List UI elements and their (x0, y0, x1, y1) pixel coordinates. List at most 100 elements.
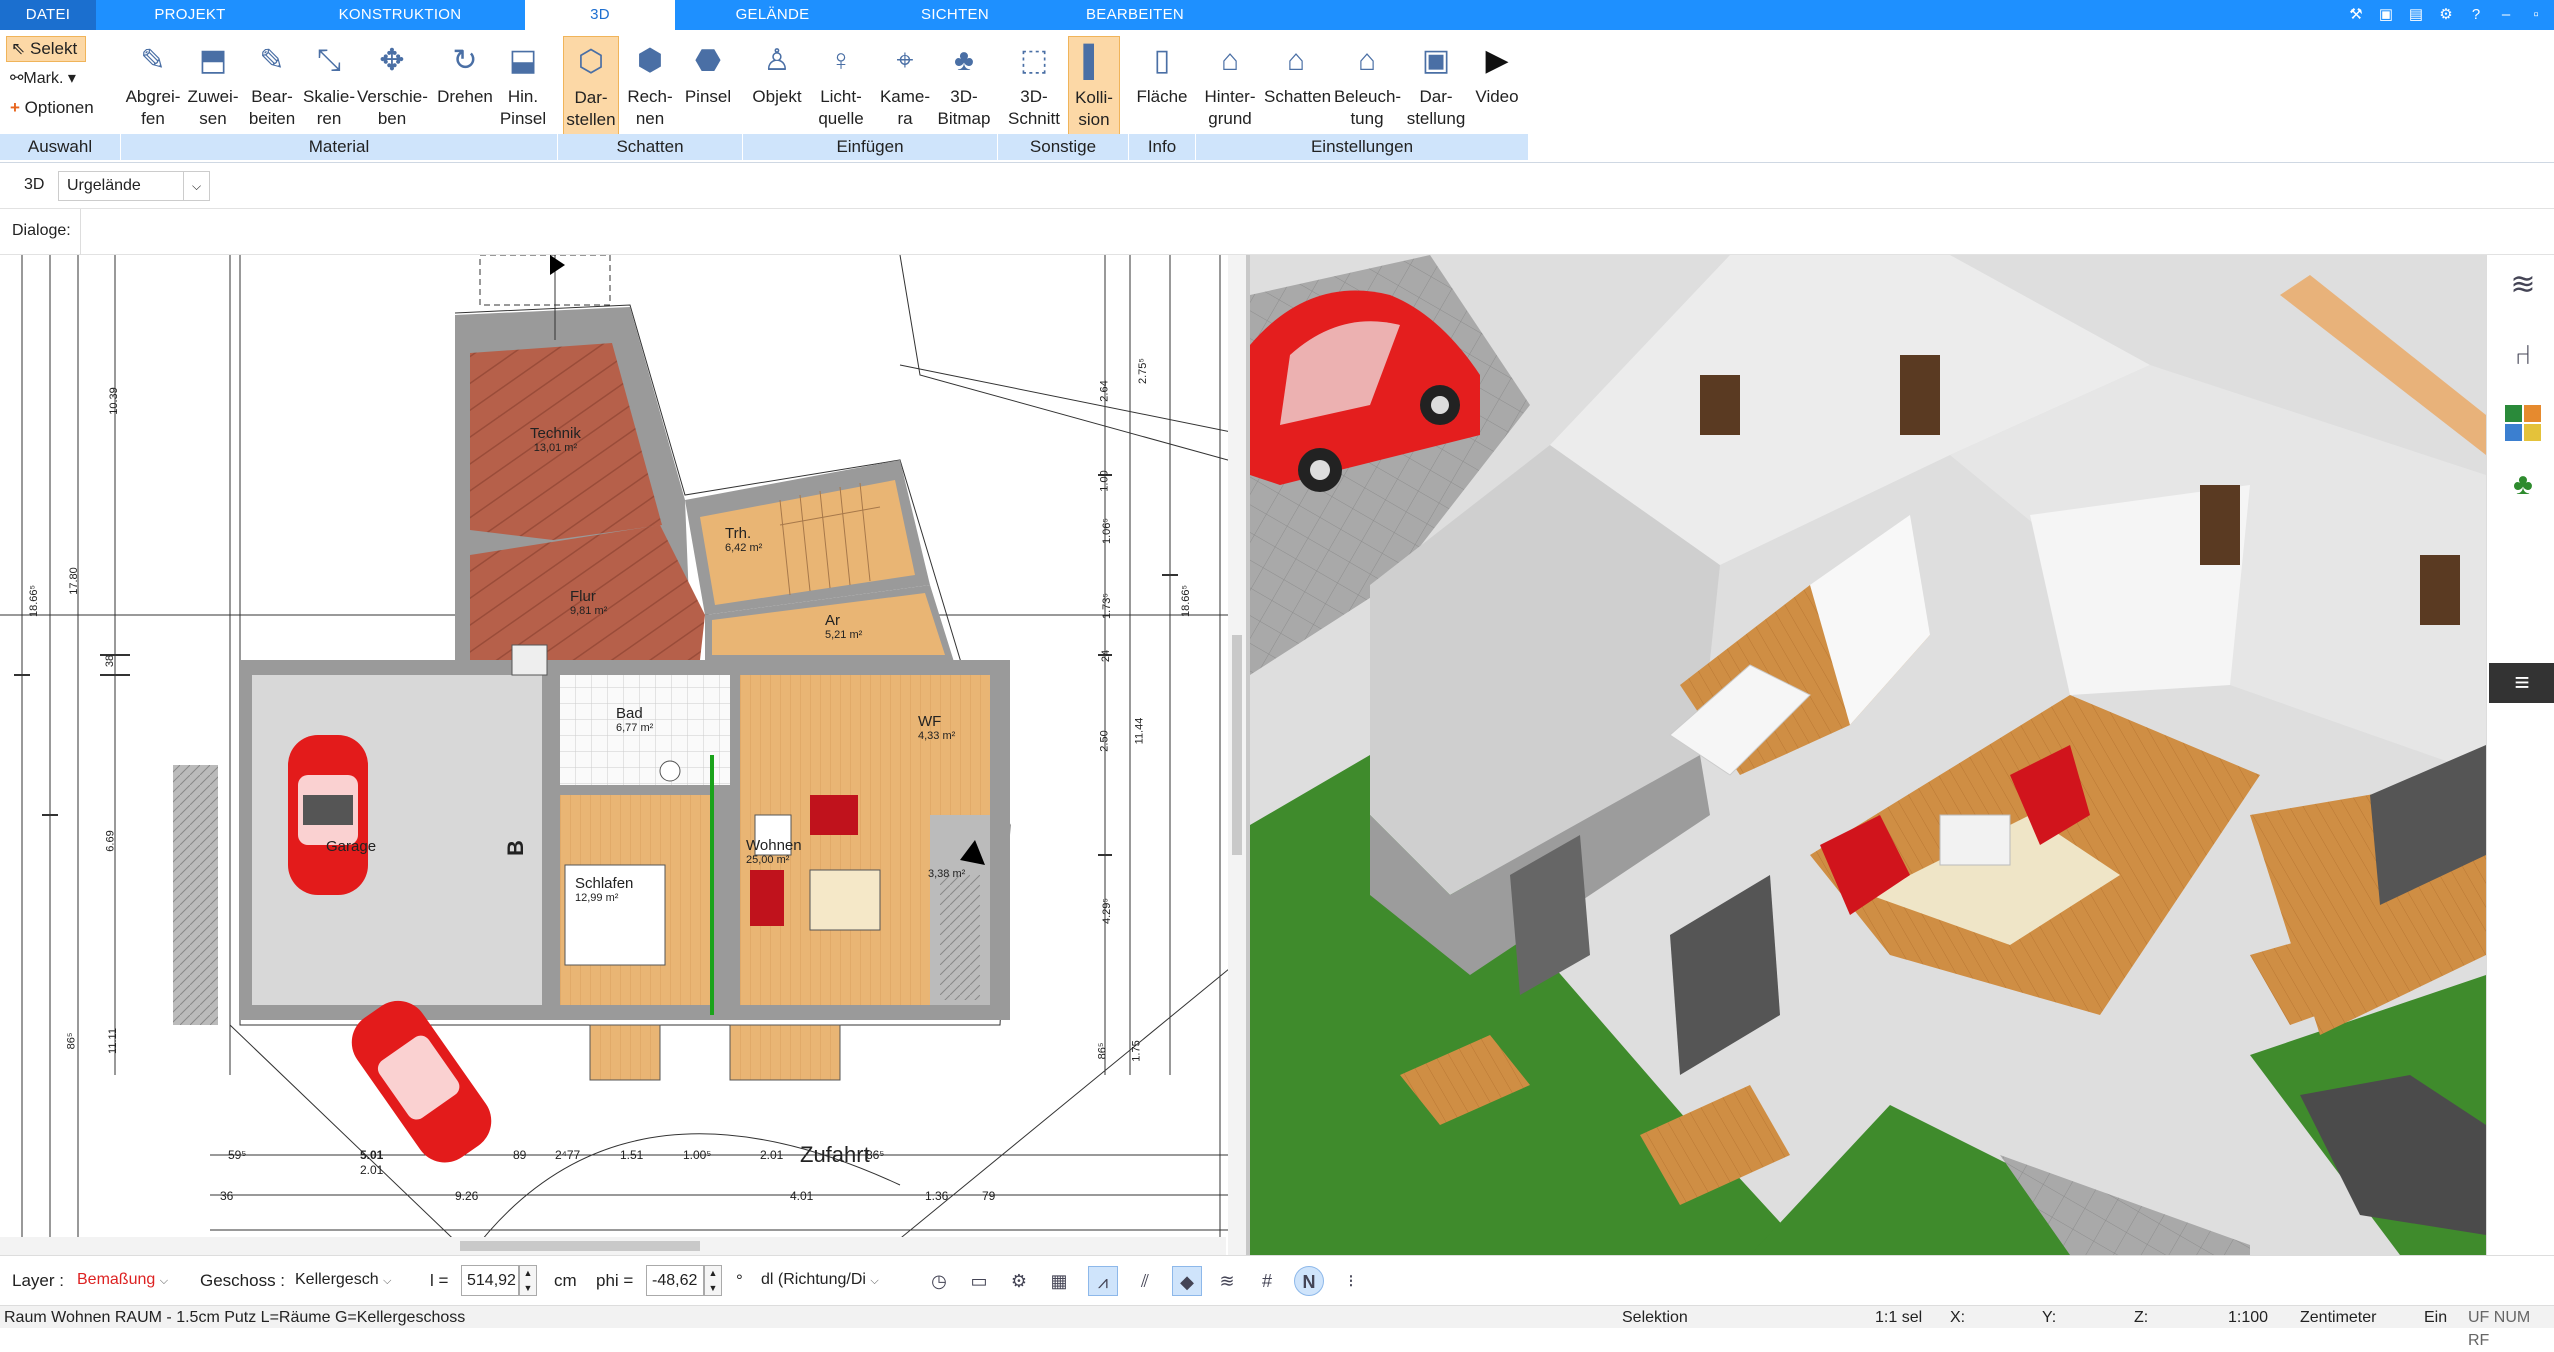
direction-select[interactable]: dl (Richtung/Di ⌵ (756, 1265, 904, 1296)
ribbon-button-label: Skalie- ren (303, 87, 355, 128)
ribbon-button-camera[interactable]: ⌖ Kame- ra (876, 36, 934, 136)
room-bad[interactable]: Bad 6,77 m² (616, 705, 653, 734)
robot-icon[interactable]: ⚙ (1004, 1266, 1034, 1296)
dim-left: 38 (104, 654, 117, 668)
length-input[interactable]: 514,92 (461, 1265, 519, 1296)
cursor-icon: ⇖ (11, 39, 26, 58)
ribbon-button-shadow[interactable]: ⌂ Schatten (1264, 36, 1331, 136)
ribbon-button-eyedropper[interactable]: ✎ Abgrei- fen (124, 36, 182, 136)
snap-icon[interactable]: ⩘ (1088, 1266, 1118, 1296)
ribbon-button-label: 3D- Schnitt (1008, 87, 1060, 128)
status-message: Raum Wohnen RAUM - 1.5cm Putz L=Räume G=… (4, 1309, 466, 1326)
more-icon[interactable]: ⁝ (1336, 1266, 1366, 1296)
save-icon[interactable]: ▣ (2375, 4, 2397, 26)
phi-input[interactable]: -48,62 (646, 1265, 704, 1296)
room-small[interactable]: 3,38 m² (928, 868, 965, 880)
ribbon-button-object[interactable]: ♙ Objekt (746, 36, 808, 136)
materials-icon[interactable] (2505, 405, 2541, 441)
ribbon-button-light[interactable]: ♀ Licht- quelle (812, 36, 870, 136)
room-wf[interactable]: WF 4,33 m² (918, 713, 955, 742)
tab-bearbeiten[interactable]: BEARBEITEN (1045, 0, 1225, 30)
dim-bottom: 89 (513, 1148, 527, 1162)
tab-projekt[interactable]: PROJEKT (120, 0, 260, 30)
ribbon-button-lighting[interactable]: ⌂ Beleuch- tung (1334, 36, 1401, 136)
render-icon: ⬡ (577, 45, 605, 78)
room-wohnen[interactable]: Wohnen 25,00 m² (746, 837, 802, 866)
ribbon-button-scale[interactable]: ⤡ Skalie- ren (300, 36, 358, 136)
ribbon-button-area[interactable]: ▯ Fläche (1132, 36, 1192, 136)
brush-icon: ⬓ (508, 44, 538, 77)
dim-bottom: 36 (220, 1189, 234, 1203)
ribbon-button-section[interactable]: ⬚ 3D- Schnitt (1003, 36, 1065, 136)
window-icon[interactable]: ▤ (2405, 4, 2427, 26)
tab-konstruktion[interactable]: KONSTRUKTION (300, 0, 500, 30)
length-label: l = (430, 1271, 449, 1290)
tree-icon[interactable]: ♣ (2505, 465, 2541, 505)
layers-stack-icon[interactable]: ≋ (1212, 1266, 1242, 1296)
status-x: X: (1950, 1309, 1966, 1326)
length-spinner[interactable]: ▲ ▼ (519, 1265, 537, 1296)
room-flur[interactable]: Flur 9,81 m² (570, 588, 607, 617)
clock-icon[interactable]: ◷ (924, 1266, 954, 1296)
rotate-icon: ↻ (452, 44, 478, 77)
tab-datei[interactable]: DATEI (0, 0, 96, 30)
ribbon-button-label: Kame- ra (879, 87, 931, 128)
ribbon-button-render[interactable]: ⬡ Dar- stellen (563, 36, 619, 136)
layer-select[interactable]: Urgelände ⌵ (58, 171, 210, 201)
ribbon-button-background[interactable]: ⌂ Hinter- grund (1198, 36, 1262, 136)
tab-3d[interactable]: 3D (525, 0, 675, 30)
maximize-icon[interactable]: ▫ (2525, 4, 2547, 26)
object-icon: ♙ (763, 44, 791, 77)
ribbon-button-assign[interactable]: ⬒ Zuwei- sen (184, 36, 242, 136)
north-icon[interactable]: N (1294, 1266, 1324, 1296)
help-icon[interactable]: ? (2465, 4, 2487, 26)
3d-view[interactable] (1250, 255, 2486, 1255)
layers-icon[interactable]: ≋ (2505, 267, 2541, 303)
plane-icon[interactable]: ◆ (1172, 1266, 1202, 1296)
ribbon: ⇖ Selekt ⚯Mark. ▾ + Optionen ✎ Abgrei- fe… (0, 30, 2554, 163)
dim-bottom: 1.51 (620, 1148, 644, 1162)
ribbon-button-paint[interactable]: ⬣ Pinsel (680, 36, 736, 136)
ribbon-button-collision[interactable]: ▌ Kolli- sion (1068, 36, 1120, 136)
selekt-button[interactable]: ⇖ Selekt (6, 36, 86, 62)
ribbon-button-video[interactable]: ▶ Video (1468, 36, 1526, 136)
layer-select[interactable]: Bemaßung ⌵ (72, 1265, 184, 1296)
ribbon-button-label: Drehen (437, 87, 493, 106)
menu-icon[interactable]: ≡ (2489, 663, 2554, 703)
view-label: 3D (24, 176, 45, 193)
ribbon-button-brush[interactable]: ⬓ Hin. Pinsel (494, 36, 552, 136)
room-treppenhaus[interactable]: Trh. 6,42 m² (725, 525, 762, 554)
dim-left: 6.69 (104, 830, 117, 852)
geschoss-select[interactable]: Kellergesch ⌵ (290, 1265, 406, 1296)
tools-icon[interactable]: ⚒ (2345, 4, 2367, 26)
room-technik[interactable]: Technik 13,01 m² (530, 425, 581, 454)
scale-icon: ⤡ (317, 44, 341, 77)
room-ar[interactable]: Ar 5,21 m² (825, 612, 862, 641)
chair-icon[interactable]: ⑁ (2505, 337, 2541, 373)
ribbon-button-compute[interactable]: ⬢ Rech- nen (622, 36, 678, 136)
optionen-button[interactable]: + Optionen (10, 98, 94, 118)
lighting-icon: ⌂ (1357, 44, 1377, 77)
ribbon-button-rotate[interactable]: ↻ Drehen (436, 36, 494, 136)
cube-icon[interactable]: ▦ (1044, 1266, 1074, 1296)
dim-bottom: 59⁵ (228, 1148, 247, 1162)
settings-icon[interactable]: ⚙ (2435, 4, 2457, 26)
phi-spinner[interactable]: ▲ ▼ (704, 1265, 722, 1296)
floor-plan-2d[interactable]: Technik 13,01 m² Trh. 6,42 m² Flur 9,81 m² … (0, 255, 1246, 1255)
status-unit: Zentimeter (2300, 1309, 2377, 1326)
room-garage[interactable]: Garage (326, 838, 376, 855)
surface-icon[interactable]: ⫽ (1130, 1266, 1160, 1296)
ribbon-button-display[interactable]: ▣ Dar- stellung (1404, 36, 1468, 136)
room-schlafen[interactable]: Schlafen 12,99 m² (575, 875, 633, 904)
tab-gelaende[interactable]: GELÄNDE (700, 0, 845, 30)
mark-button[interactable]: ⚯Mark. ▾ (10, 68, 76, 88)
ribbon-button-label: Video (1475, 87, 1519, 106)
grid-icon[interactable]: # (1252, 1266, 1282, 1296)
ribbon-button-edit[interactable]: ✎ Bear- beiten (243, 36, 301, 136)
ribbon-button-move[interactable]: ✥ Verschie- ben (357, 36, 428, 136)
divider (80, 209, 81, 255)
tab-sichten[interactable]: SICHTEN (885, 0, 1025, 30)
monitor-icon[interactable]: ▭ (964, 1266, 994, 1296)
minimize-icon[interactable]: – (2495, 4, 2517, 26)
ribbon-button-bitmap[interactable]: ♣ 3D- Bitmap (934, 36, 994, 136)
